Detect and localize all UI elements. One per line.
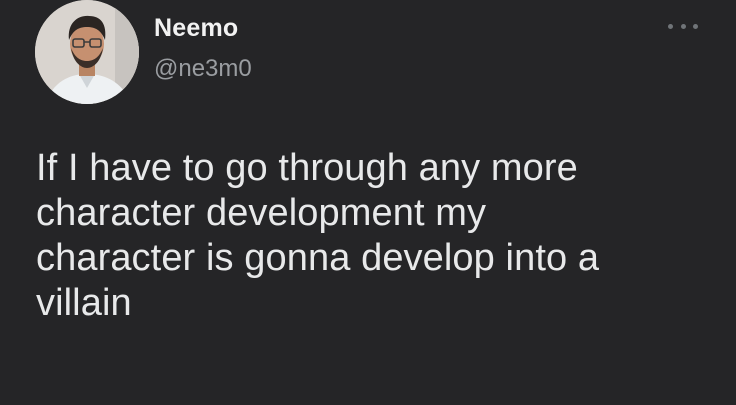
dot-icon	[668, 23, 673, 29]
avatar[interactable]	[35, 0, 139, 104]
more-options-icon[interactable]	[668, 18, 698, 34]
user-handle[interactable]: @ne3m0	[154, 55, 252, 83]
display-name[interactable]: Neemo	[154, 14, 238, 43]
tweet-text: If I have to go through any more charact…	[36, 147, 600, 324]
tweet-card: Neemo @ne3m0 If I have to go through any…	[0, 0, 736, 405]
dot-icon	[680, 23, 686, 29]
profile-photo-icon	[35, 0, 139, 104]
dot-icon	[693, 23, 698, 29]
